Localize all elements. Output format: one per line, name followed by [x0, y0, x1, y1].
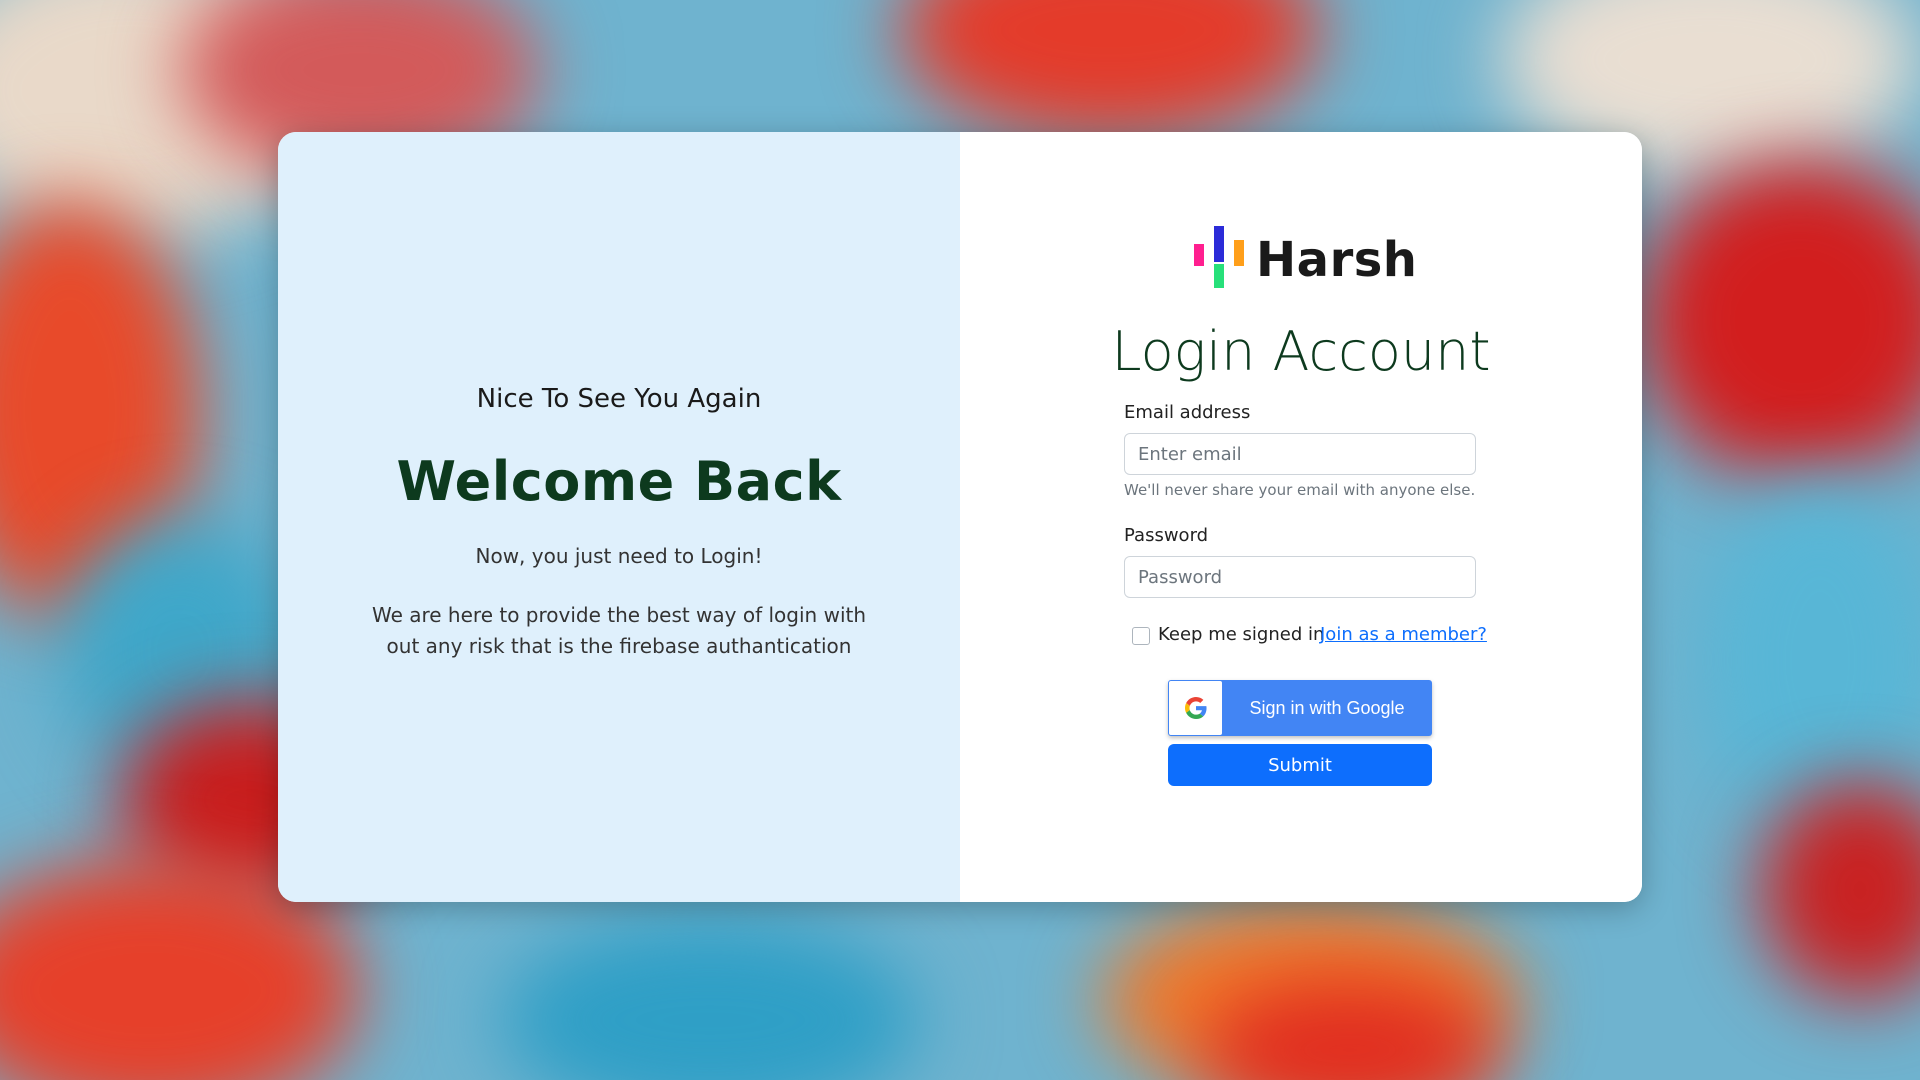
keep-signed-in-checkbox[interactable]: [1132, 627, 1150, 645]
welcome-panel: Nice To See You Again Welcome Back Now, …: [278, 132, 960, 902]
join-member-link[interactable]: Join as a member?: [1320, 624, 1487, 645]
google-signin-label: Sign in with Google: [1249, 698, 1405, 718]
google-signin-button[interactable]: Sign in with Google: [1168, 680, 1432, 736]
remember-row: Keep me signed in Join as a member?: [1132, 624, 1492, 648]
login-form: Email address We'll never share your ema…: [1124, 402, 1476, 598]
submit-button[interactable]: Submit: [1168, 744, 1432, 786]
brand-name: Harsh: [1256, 232, 1418, 288]
login-card: Nice To See You Again Welcome Back Now, …: [278, 132, 1642, 902]
login-form-panel: Harsh Login Account Email address We'll …: [960, 132, 1642, 902]
greeting-text: Nice To See You Again: [476, 384, 762, 414]
welcome-heading: Welcome Back: [396, 450, 842, 513]
logo-mark-icon: [1194, 226, 1244, 288]
password-label: Password: [1124, 525, 1209, 546]
email-help-text: We'll never share your email with anyone…: [1124, 481, 1476, 499]
keep-signed-in-label[interactable]: Keep me signed in: [1158, 624, 1324, 645]
login-title: Login Account: [1111, 320, 1491, 383]
description-text: We are here to provide the best way of l…: [371, 603, 867, 658]
login-prompt-text: Now, you just need to Login!: [475, 544, 763, 568]
google-icon-box: [1169, 681, 1222, 735]
google-g-icon: [1185, 697, 1207, 719]
email-input[interactable]: [1124, 433, 1476, 475]
password-input[interactable]: [1124, 556, 1476, 598]
email-label: Email address: [1124, 402, 1251, 423]
brand-logo: Harsh: [1194, 226, 1418, 292]
